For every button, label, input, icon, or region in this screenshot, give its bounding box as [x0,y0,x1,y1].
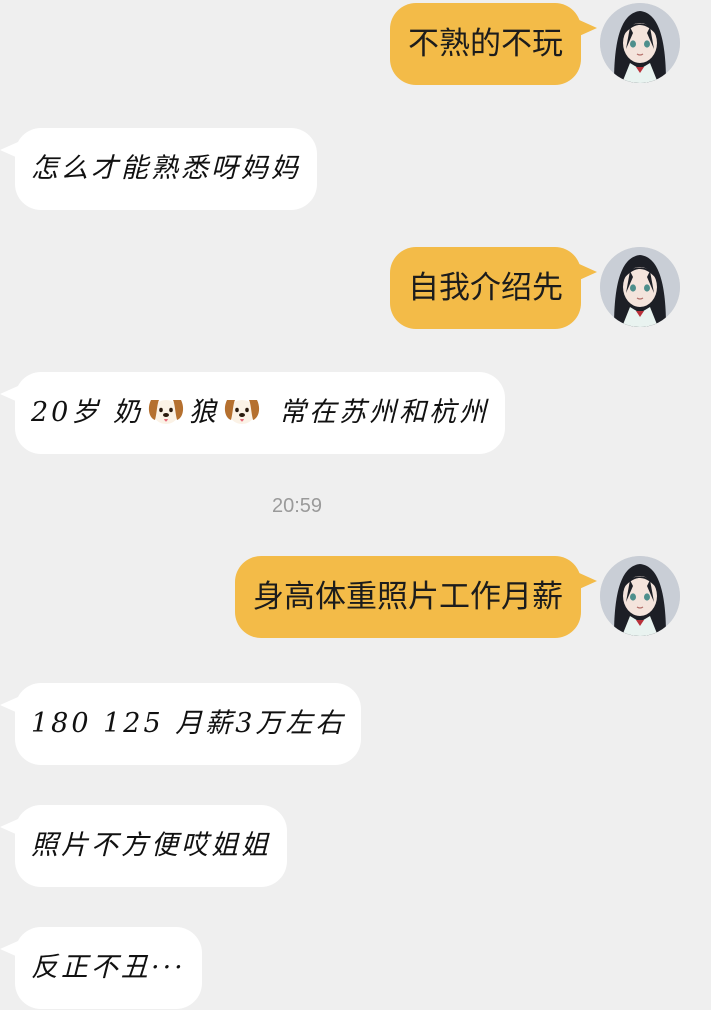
message-bubble-incoming[interactable]: 反正不丑··· [15,927,202,1009]
message-bubble-incoming[interactable]: 180 125 月薪3万左右 [15,683,362,765]
chat-area: 不熟的不玩 怎么才能熟悉呀妈妈 自我介绍先 20岁 奶 狼 常在苏州和杭州 20:5… [0,0,711,1010]
message-text: 反正不丑··· [31,952,186,983]
message-text-part: 狼 [188,397,219,428]
message-bubble-incoming[interactable]: 怎么才能熟悉呀妈妈 [15,128,317,210]
avatar[interactable] [600,247,680,327]
message-bubble-outgoing[interactable]: 不熟的不玩 [390,3,581,85]
avatar[interactable] [600,3,680,83]
avatar[interactable] [600,556,680,636]
message-bubble-outgoing[interactable]: 自我介绍先 [390,247,581,329]
avatar-image [600,3,680,83]
message-text: 自我介绍先 [408,270,563,306]
message-text: 不熟的不玩 [408,26,563,62]
avatar-image [600,556,680,636]
message-bubble-incoming[interactable]: 20岁 奶 狼 常在苏州和杭州 [15,372,505,454]
message-text: 身高体重照片工作月薪 [253,579,563,615]
message-text: 照片不方便哎姐姐 [31,830,271,861]
timestamp: 20:59 [271,495,323,517]
message-bubble-incoming[interactable]: 照片不方便哎姐姐 [15,805,287,887]
message-text-part: 20岁 奶 [31,397,143,428]
message-text-part: 常在苏州和杭州 [278,397,489,428]
dog-face-icon [147,394,185,428]
message-text: 怎么才能熟悉呀妈妈 [31,153,301,184]
avatar-image [600,247,680,327]
message-bubble-outgoing[interactable]: 身高体重照片工作月薪 [235,556,581,638]
message-text: 180 125 月薪3万左右 [31,708,346,739]
dog-face-icon [223,394,261,428]
